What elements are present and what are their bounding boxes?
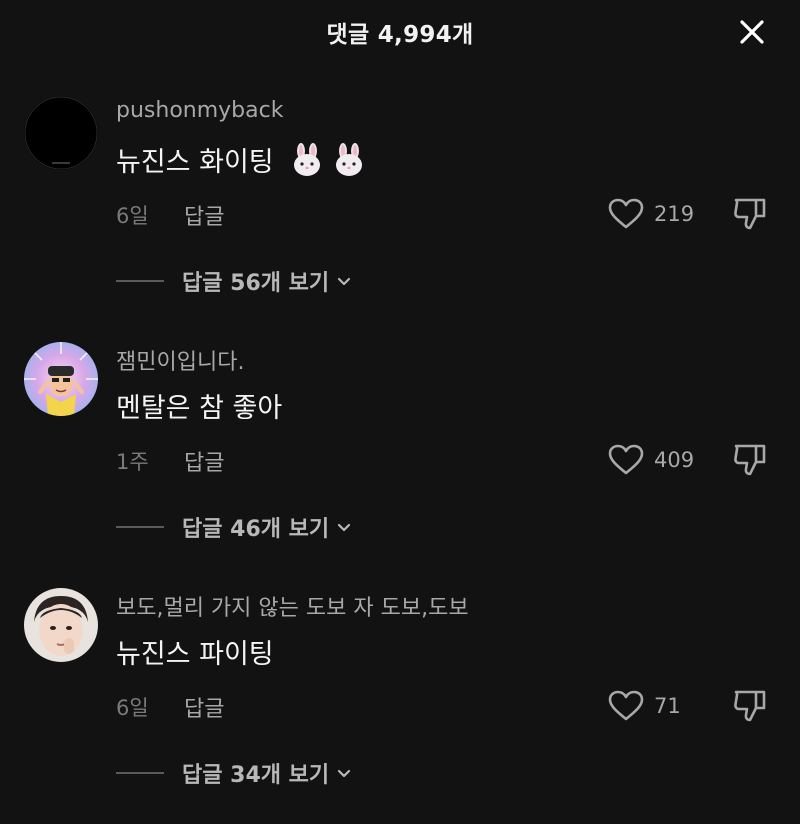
like-button[interactable]: 71 — [608, 688, 681, 724]
dislike-button[interactable] — [730, 440, 770, 480]
divider-line — [116, 280, 164, 282]
dislike-button[interactable] — [730, 686, 770, 726]
comment-text: 뉴진스 파이팅 — [116, 632, 274, 671]
view-replies-button[interactable]: 답글 56개 보기 — [116, 264, 353, 298]
comment-date: 6일 — [116, 204, 149, 228]
avatar[interactable] — [24, 96, 98, 170]
thumbs-down-icon — [734, 198, 766, 230]
rabbit-face-icon — [293, 142, 320, 176]
close-button[interactable] — [734, 14, 770, 50]
chevron-down-icon — [335, 764, 353, 782]
divider-line — [116, 772, 164, 774]
comment-body: 뉴진스 화이팅 — [116, 147, 274, 178]
view-replies-label: 답글 46개 보기 — [182, 517, 330, 542]
heart-icon — [608, 198, 644, 229]
comment-username[interactable]: pushonmyback — [116, 98, 283, 123]
heart-icon — [608, 690, 644, 721]
chevron-down-icon — [335, 272, 353, 290]
like-button[interactable]: 409 — [608, 442, 694, 478]
comments-count-title: 댓글 4,994개 — [326, 22, 474, 48]
chevron-down-icon — [335, 518, 353, 536]
like-count: 71 — [654, 694, 681, 718]
comment-meta: 6일 답글 — [116, 200, 224, 230]
avatar[interactable] — [24, 588, 98, 662]
reply-button[interactable]: 답글 — [184, 199, 224, 231]
comment-date: 6일 — [116, 696, 149, 720]
rabbit-face-icon — [335, 142, 362, 176]
avatar[interactable] — [24, 342, 98, 416]
reply-button[interactable]: 답글 — [184, 691, 224, 723]
close-icon — [740, 20, 764, 44]
comments-header: 댓글 4,994개 — [0, 0, 800, 64]
reply-button[interactable]: 답글 — [184, 445, 224, 477]
divider-line — [116, 526, 164, 528]
thumbs-down-icon — [734, 690, 766, 722]
rabbit-emoji-group — [290, 142, 366, 177]
like-count: 409 — [654, 448, 695, 472]
view-replies-button[interactable]: 답글 46개 보기 — [116, 510, 353, 544]
comment-item: pushonmyback 뉴진스 화이팅 6일 답글 219 답글 56개 보기 — [0, 96, 800, 342]
heart-icon — [608, 444, 644, 475]
comment-username[interactable]: 보도,멀리 가지 않는 도보 자 도보,도보 — [116, 590, 469, 622]
comment-date: 1주 — [116, 450, 149, 474]
comment-item: 보도,멀리 가지 않는 도보 자 도보,도보 뉴진스 파이팅 6일 답글 71 … — [0, 588, 800, 824]
comment-body: 멘탈은 참 좋아 — [116, 393, 283, 424]
like-count: 219 — [654, 202, 695, 226]
comment-body: 뉴진스 파이팅 — [116, 639, 274, 670]
view-replies-button[interactable]: 답글 34개 보기 — [116, 756, 353, 790]
comment-item: 잼민이입니다. 멘탈은 참 좋아 1주 답글 409 답글 46개 보기 — [0, 342, 800, 588]
comment-text: 뉴진스 화이팅 — [116, 140, 366, 179]
comment-meta: 6일 답글 — [116, 692, 224, 722]
like-button[interactable]: 219 — [608, 196, 694, 232]
comment-text: 멘탈은 참 좋아 — [116, 386, 282, 425]
dislike-button[interactable] — [730, 194, 770, 234]
comment-username[interactable]: 잼민이입니다. — [116, 344, 244, 376]
thumbs-down-icon — [734, 444, 766, 476]
comments-panel: 댓글 4,994개 pushonmyback 뉴진스 화이팅 6일 답글 219… — [0, 0, 800, 824]
view-replies-label: 답글 56개 보기 — [182, 271, 330, 296]
comment-meta: 1주 답글 — [116, 446, 224, 476]
view-replies-label: 답글 34개 보기 — [182, 763, 330, 788]
